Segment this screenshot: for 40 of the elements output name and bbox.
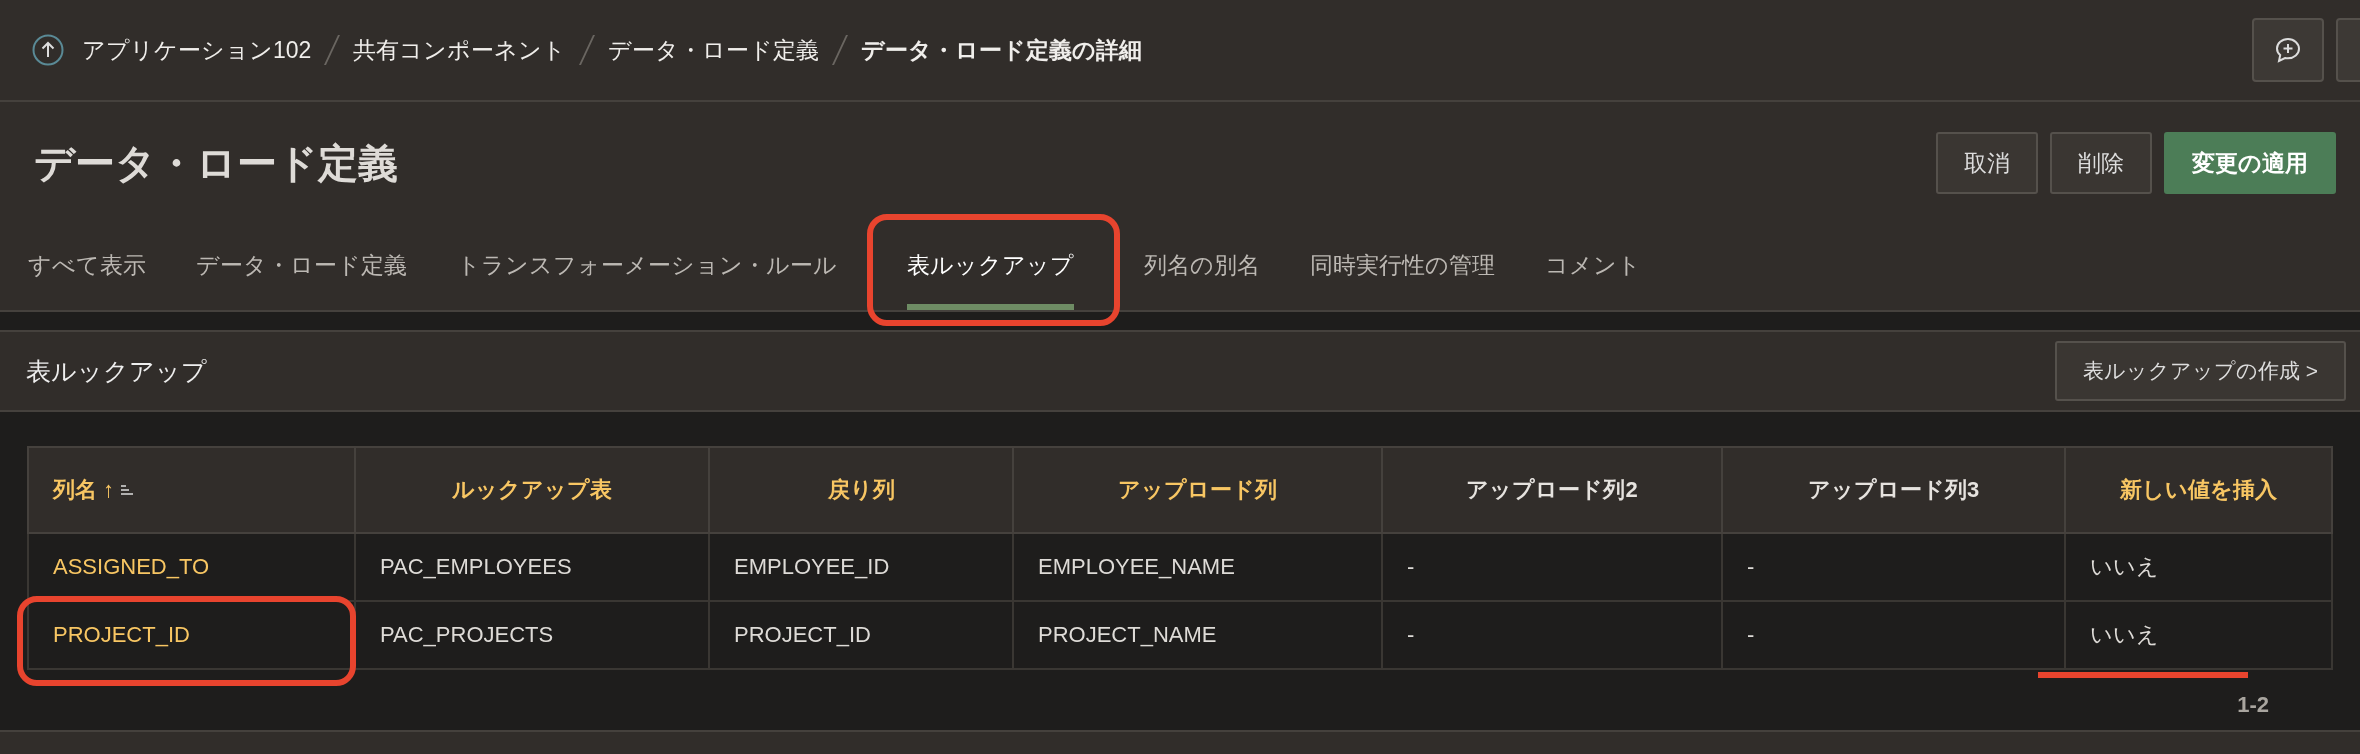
breadcrumb-item[interactable]: 共有コンポーネント [353,34,567,66]
column-header[interactable]: アップロード列2 [1382,447,1722,533]
tab[interactable]: 同時実行性の管理 [1310,234,1495,310]
tab[interactable]: コメント [1545,234,1641,310]
table-cell: いいえ [2090,622,2159,647]
table-cell[interactable]: PROJECT_ID [53,622,190,647]
speech-bubble-plus-icon [2274,36,2302,64]
table-cell[interactable]: ASSIGNED_TO [53,554,210,579]
tab[interactable]: トランスフォーメーション・ルール [457,234,837,310]
table-cell: EMPLOYEE_NAME [1038,554,1235,579]
table-cell: EMPLOYEE_ID [734,554,890,579]
column-header[interactable]: 列名 ↑ [28,447,355,533]
table-cell: PROJECT_ID [734,622,871,647]
column-header[interactable]: 新しい値を挿入 [2065,447,2332,533]
add-comment-button[interactable] [2252,18,2324,82]
page-title: データ・ロード定義 [34,139,398,187]
action-button[interactable]: 取消 [1936,132,2038,194]
table-cell: - [1407,554,1415,579]
breadcrumb-item[interactable]: アプリケーション102 [82,34,312,66]
table-cell: PAC_PROJECTS [380,622,554,647]
region-title: 表ルックアップ [26,355,207,387]
breadcrumb-item: データ・ロード定義の詳細 [861,35,1143,65]
action-button[interactable]: 削除 [2050,132,2152,194]
column-header[interactable]: アップロード列 [1013,447,1382,533]
table-cell: - [1747,554,1755,579]
tab[interactable]: すべて表示 [28,234,146,310]
tab[interactable]: データ・ロード定義 [196,234,407,310]
column-header[interactable]: ルックアップ表 [355,447,709,533]
action-button[interactable]: 変更の適用 [2164,132,2336,194]
breadcrumb-item[interactable]: データ・ロード定義 [608,34,820,66]
column-header[interactable]: 戻り列 [709,447,1013,533]
table-cell: PROJECT_NAME [1038,622,1217,647]
pagination-text: 1-2 [2237,692,2269,717]
table-cell: いいえ [2090,554,2159,579]
tab[interactable]: 列名の別名 [1144,234,1260,310]
column-header[interactable]: アップロード列3 [1722,447,2065,533]
table-cell: - [1747,622,1755,647]
table-cell: - [1407,622,1415,647]
create-button[interactable]: 表ルックアップの作成 > [2054,341,2346,401]
table-cell: PAC_EMPLOYEES [380,554,572,579]
